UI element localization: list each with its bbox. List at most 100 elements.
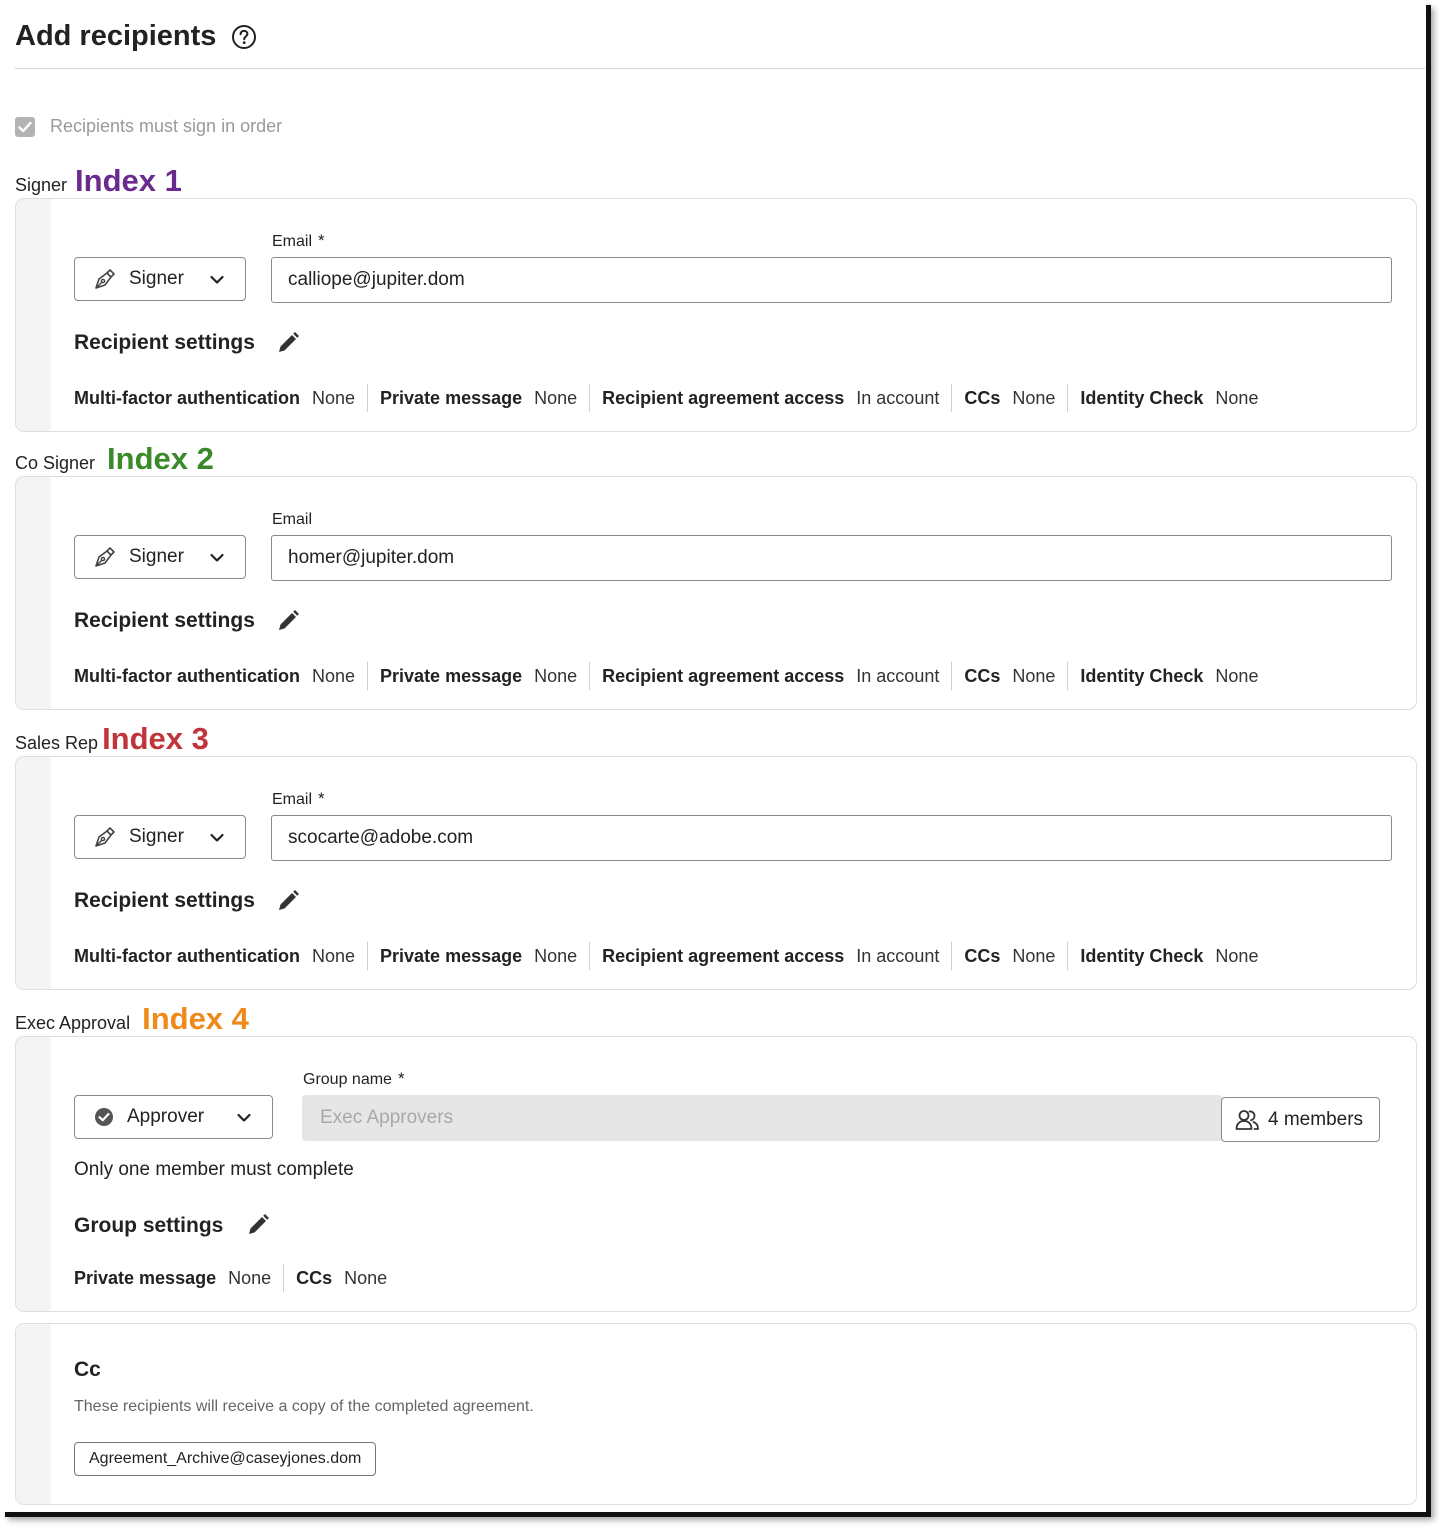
people-icon bbox=[1235, 1109, 1259, 1130]
approval-header: Exec Approval Index 4 bbox=[15, 1001, 249, 1037]
recipient-role-name: Signer bbox=[15, 175, 68, 195]
completion-rule-text: Only one member must complete bbox=[74, 1159, 354, 1180]
index-annotation: Index 1 bbox=[75, 163, 182, 198]
required-asterisk: * bbox=[318, 231, 325, 250]
chevron-down-icon bbox=[210, 833, 224, 842]
divider bbox=[1067, 384, 1069, 412]
group-name-input[interactable]: Exec Approvers bbox=[302, 1095, 1222, 1141]
index-annotation: Index 2 bbox=[107, 441, 214, 476]
signer-pen-icon bbox=[95, 827, 115, 847]
drag-handle-strip[interactable] bbox=[16, 477, 51, 709]
required-asterisk: * bbox=[318, 789, 325, 808]
setting-identity-check: Identity Check None bbox=[1080, 387, 1259, 408]
email-label: Email * bbox=[272, 789, 325, 808]
role-dropdown-value: Signer bbox=[129, 546, 184, 567]
edit-pencil-icon[interactable] bbox=[275, 330, 301, 356]
divider bbox=[951, 662, 953, 690]
role-dropdown-value: Signer bbox=[129, 268, 184, 289]
recipient-settings-title: Recipient settings bbox=[74, 889, 255, 912]
role-dropdown-value: Signer bbox=[129, 826, 184, 847]
recipient-3-header: Sales Rep Index 3 bbox=[15, 721, 209, 757]
cc-title: Cc bbox=[74, 1358, 101, 1381]
divider bbox=[589, 942, 591, 970]
sign-in-order-checkbox[interactable] bbox=[15, 116, 35, 137]
divider bbox=[589, 384, 591, 412]
edit-pencil-icon[interactable] bbox=[275, 608, 301, 634]
group-settings-title: Group settings bbox=[74, 1214, 224, 1237]
recipient-role-name: Co Signer bbox=[15, 453, 96, 473]
chevron-down-icon bbox=[210, 275, 224, 284]
email-input[interactable]: scocarte@adobe.com bbox=[271, 815, 1392, 861]
divider bbox=[1067, 942, 1069, 970]
role-dropdown[interactable]: Signer bbox=[74, 815, 246, 859]
signer-pen-icon bbox=[95, 269, 115, 289]
chevron-down-icon bbox=[237, 1113, 251, 1122]
check-circle-icon bbox=[95, 1108, 113, 1126]
group-name-label: Group name * bbox=[303, 1069, 405, 1088]
page-title: Add recipients bbox=[15, 20, 217, 52]
recipient-2-header: Co Signer Index 2 bbox=[15, 441, 214, 477]
role-dropdown[interactable]: Approver bbox=[74, 1095, 273, 1139]
setting-identity-check: Identity Check None bbox=[1080, 945, 1259, 966]
members-button[interactable]: 4 members bbox=[1221, 1097, 1380, 1142]
recipient-settings-summary: Multi-factor authentication None Private … bbox=[74, 384, 1258, 412]
group-settings-summary: Private message None CCs None bbox=[74, 1264, 387, 1292]
add-recipients-panel: Add recipients Recipients must sign in o… bbox=[0, 0, 1426, 1512]
recipient-settings-summary: Multi-factor authentication None Private … bbox=[74, 662, 1258, 690]
divider bbox=[367, 662, 369, 690]
recipient-card-2: Email Signer homer@jupiter.dom Recipient… bbox=[15, 476, 1417, 710]
setting-agreement-access: Recipient agreement access In account bbox=[602, 945, 940, 966]
drag-handle-strip[interactable] bbox=[16, 757, 51, 989]
recipient-settings-summary: Multi-factor authentication None Private … bbox=[74, 942, 1258, 970]
setting-mfa: Multi-factor authentication None bbox=[74, 945, 356, 966]
email-input[interactable]: homer@jupiter.dom bbox=[271, 535, 1392, 581]
setting-ccs: CCs None bbox=[964, 945, 1056, 966]
role-dropdown[interactable]: Signer bbox=[74, 535, 246, 579]
page-header: Add recipients bbox=[15, 14, 1425, 69]
divider bbox=[367, 942, 369, 970]
divider bbox=[951, 384, 953, 412]
setting-identity-check: Identity Check None bbox=[1080, 665, 1259, 686]
setting-private-message: Private message None bbox=[380, 665, 578, 686]
role-dropdown-value: Approver bbox=[127, 1106, 205, 1127]
divider bbox=[1067, 662, 1069, 690]
cc-description: These recipients will receive a copy of … bbox=[74, 1398, 534, 1415]
edit-pencil-icon[interactable] bbox=[275, 888, 301, 914]
sign-in-order-option[interactable]: Recipients must sign in order bbox=[15, 116, 282, 137]
help-icon[interactable] bbox=[231, 24, 257, 50]
setting-ccs: CCs None bbox=[296, 1267, 388, 1288]
signer-pen-icon bbox=[95, 547, 115, 567]
drag-handle-strip bbox=[16, 1324, 51, 1504]
divider bbox=[951, 942, 953, 970]
divider bbox=[283, 1264, 285, 1292]
drag-handle-strip[interactable] bbox=[16, 1037, 51, 1311]
setting-private-message: Private message None bbox=[74, 1267, 272, 1288]
cc-email-chip[interactable]: Agreement_Archive@caseyjones.dom bbox=[74, 1442, 377, 1476]
drag-handle-strip[interactable] bbox=[16, 199, 51, 431]
role-dropdown[interactable]: Signer bbox=[74, 257, 246, 301]
setting-mfa: Multi-factor authentication None bbox=[74, 387, 356, 408]
setting-ccs: CCs None bbox=[964, 665, 1056, 686]
email-input[interactable]: calliope@jupiter.dom bbox=[271, 257, 1392, 303]
email-label: Email bbox=[272, 511, 313, 528]
recipient-role-name: Sales Rep bbox=[15, 733, 99, 753]
email-label: Email * bbox=[272, 231, 325, 250]
edit-pencil-icon[interactable] bbox=[245, 1212, 271, 1238]
cc-card: Cc These recipients will receive a copy … bbox=[15, 1323, 1417, 1505]
recipient-card-1: Email * Signer calliope@jupiter.dom Recip… bbox=[15, 198, 1417, 432]
divider bbox=[589, 662, 591, 690]
recipient-settings-title: Recipient settings bbox=[74, 609, 255, 632]
index-annotation: Index 3 bbox=[102, 721, 209, 756]
required-asterisk: * bbox=[397, 1069, 405, 1088]
recipient-1-header: Signer Index 1 bbox=[15, 163, 182, 199]
setting-private-message: Private message None bbox=[380, 945, 578, 966]
recipient-card-3: Email * Signer scocarte@adobe.com Recipie… bbox=[15, 756, 1417, 990]
recipient-settings-title: Recipient settings bbox=[74, 331, 255, 354]
sign-in-order-label: Recipients must sign in order bbox=[50, 116, 283, 136]
index-annotation: Index 4 bbox=[142, 1001, 249, 1036]
chevron-down-icon bbox=[210, 553, 224, 562]
checkmark-icon bbox=[18, 121, 32, 132]
setting-agreement-access: Recipient agreement access In account bbox=[602, 665, 940, 686]
setting-mfa: Multi-factor authentication None bbox=[74, 665, 356, 686]
setting-agreement-access: Recipient agreement access In account bbox=[602, 387, 940, 408]
